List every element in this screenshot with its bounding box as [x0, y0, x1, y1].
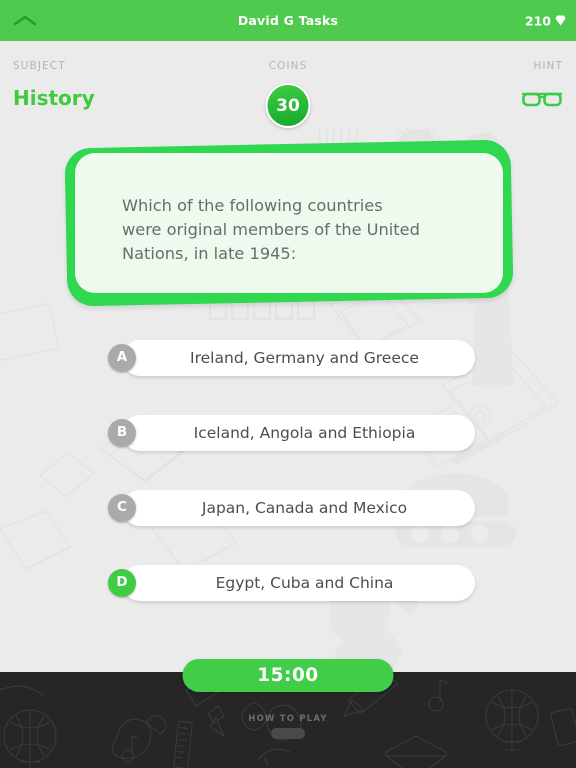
top-app-bar: David G Tasks 210 [0, 0, 576, 41]
quiz-header: SUBJECT History COINS 30 HINT [0, 41, 576, 129]
how-to-play-label[interactable]: HOW TO PLAY [0, 714, 576, 724]
answer-option-b-badge: B [108, 419, 136, 447]
coins-label: COINS [268, 60, 308, 72]
answer-option-b-text: Iceland, Angola and Ethiopia [193, 424, 416, 442]
timer-pill: 15:00 [182, 659, 394, 692]
answer-option-c[interactable]: Japan, Canada and Mexico C [108, 490, 475, 526]
answer-option-d[interactable]: Egypt, Cuba and China D [108, 565, 475, 601]
answer-option-a-text: Ireland, Germany and Greece [190, 349, 419, 367]
quiz-board: Which of the following countries were or… [0, 129, 576, 672]
answer-option-a[interactable]: Ireland, Germany and Greece A [108, 340, 475, 376]
answer-option-c-text: Japan, Canada and Mexico [201, 499, 408, 517]
question-text: Which of the following countries were or… [122, 196, 420, 263]
answer-option-a-badge: A [108, 344, 136, 372]
chevron-up-icon[interactable] [10, 12, 40, 30]
answer-option-a-letter: A [116, 349, 128, 366]
answer-option-c-badge: C [108, 494, 136, 522]
answer-option-b-letter: B [116, 424, 128, 441]
answer-option-d-badge: D [108, 569, 136, 597]
app-title: David G Tasks [237, 13, 339, 28]
timer-value: 15:00 [257, 665, 319, 686]
glasses-icon[interactable] [520, 87, 564, 111]
answer-option-d-text: Egypt, Cuba and China [215, 574, 394, 592]
coins-badge[interactable]: 30 [265, 83, 311, 128]
hint-label: HINT [533, 60, 563, 72]
gems-counter[interactable]: 210 [525, 11, 566, 30]
subject-name: History [13, 86, 95, 110]
coins-value: 30 [276, 95, 300, 116]
how-to-play-button[interactable] [271, 728, 305, 739]
question-card: Which of the following countries were or… [64, 139, 514, 307]
answer-option-c-letter: C [117, 499, 127, 516]
answer-option-b[interactable]: Iceland, Angola and Ethiopia B [108, 415, 475, 451]
answer-option-d-letter: D [116, 574, 128, 591]
gems-count-label: 210 [524, 13, 551, 28]
diamond-icon [555, 11, 566, 30]
